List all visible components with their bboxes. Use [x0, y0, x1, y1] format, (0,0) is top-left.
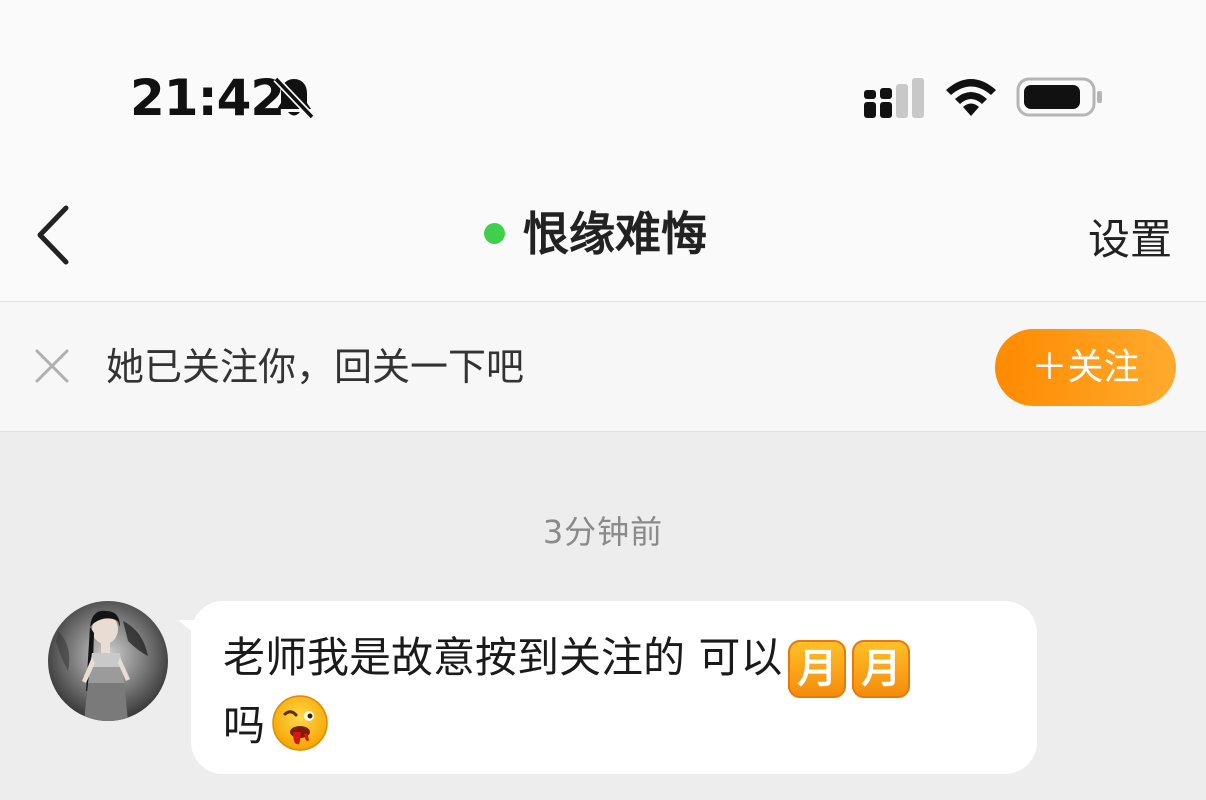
status-bar: 21:42 [0, 0, 1206, 190]
online-status-dot [484, 223, 505, 244]
settings-button[interactable]: 设置 [1088, 212, 1172, 268]
message-line: 老师我是故意按到关注的 可以月月 [223, 630, 911, 698]
message-timestamp: 3分钟前 [542, 513, 664, 551]
message-bubble[interactable]: 老师我是故意按到关注的 可以月月 吗 [191, 601, 1037, 774]
follow-back-text: 她已关注你，回关一下吧 [106, 345, 525, 389]
follow-button[interactable]: ＋关注 [995, 329, 1176, 406]
message-text: 吗 [223, 701, 266, 750]
message-line: 吗 [223, 694, 329, 754]
moon-emoji: 月 [788, 640, 847, 698]
chat-title: 恨缘难悔 [523, 207, 707, 261]
nav-bar: 恨缘难悔 设置 [0, 190, 1206, 301]
status-time: 21:42 [130, 69, 285, 127]
chevron-left-icon[interactable] [32, 204, 76, 266]
avatar[interactable] [48, 601, 168, 721]
avatar-image [48, 601, 168, 721]
battery-icon [1016, 77, 1102, 117]
header-area: 21:42 恨缘难悔 设置 [0, 0, 1206, 301]
close-icon[interactable] [34, 348, 70, 384]
moon-emoji: 月 [852, 640, 911, 698]
drooling-face-emoji [272, 695, 328, 751]
wifi-icon [946, 79, 996, 116]
message-text: 老师我是故意按到关注的 可以 [223, 633, 783, 682]
bell-slash-icon [273, 76, 315, 120]
follow-back-banner: 她已关注你，回关一下吧 ＋关注 [0, 301, 1206, 432]
cellular-signal-icon [864, 78, 924, 118]
